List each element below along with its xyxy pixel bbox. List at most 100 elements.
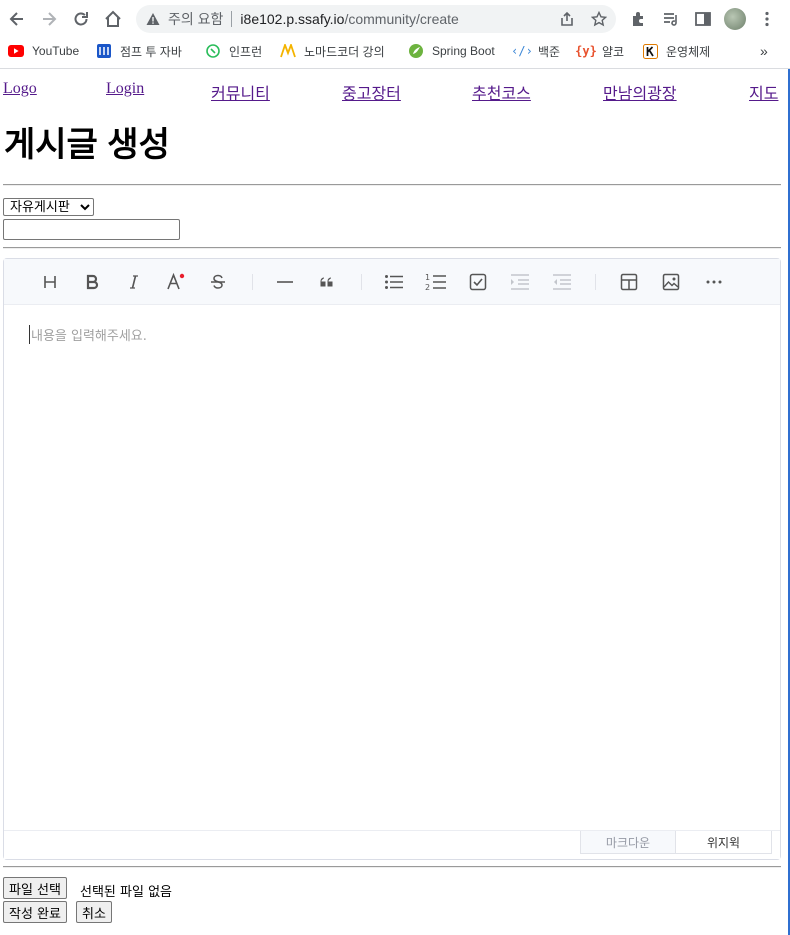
italic-button[interactable] bbox=[122, 270, 146, 294]
bookmark-label: 얄코 bbox=[602, 44, 625, 59]
back-button[interactable] bbox=[6, 8, 28, 30]
text-color-icon bbox=[167, 273, 185, 290]
nav-logo-link[interactable]: Logo bbox=[3, 80, 37, 98]
bookmark-label: 점프 투 자바 bbox=[120, 44, 182, 59]
outdent-icon bbox=[553, 274, 571, 290]
extensions-icon[interactable] bbox=[630, 10, 648, 28]
task-list-button[interactable] bbox=[466, 270, 490, 294]
forward-button[interactable] bbox=[38, 8, 60, 30]
tab-wysiwyg[interactable]: 위지윅 bbox=[676, 831, 772, 854]
nav-community-link[interactable]: 커뮤니티 bbox=[211, 80, 270, 104]
inflearn-icon bbox=[205, 43, 221, 59]
hr-button[interactable] bbox=[273, 270, 297, 294]
bookmark-label: YouTube bbox=[32, 44, 80, 58]
nav-map-link[interactable]: 지도 bbox=[749, 80, 778, 104]
nav-login-link[interactable]: Login bbox=[106, 80, 144, 98]
ordered-list-icon: 12 bbox=[425, 273, 446, 292]
divider bbox=[3, 247, 781, 249]
youtube-icon bbox=[8, 43, 24, 59]
editor-placeholder: 내용을 입력해주세요. bbox=[29, 325, 147, 344]
warning-icon[interactable] bbox=[146, 12, 160, 26]
svg-text:2: 2 bbox=[425, 283, 430, 292]
ordered-list-button[interactable]: 12 bbox=[424, 270, 448, 294]
bullet-list-button[interactable] bbox=[382, 270, 406, 294]
nomadcoders-icon bbox=[280, 43, 296, 59]
bookmarks-bar: YouTube 점프 투 자바 인프런 노마드코더 강의 Spring Boot… bbox=[0, 38, 790, 64]
menu-kebab-icon[interactable] bbox=[758, 10, 776, 28]
image-icon bbox=[662, 273, 680, 291]
code-icon: ‹/› bbox=[511, 44, 533, 58]
bookmark-youtube[interactable]: YouTube bbox=[8, 42, 79, 60]
svg-text:1: 1 bbox=[425, 273, 430, 282]
strike-icon bbox=[211, 274, 225, 289]
yalco-icon: {y} bbox=[575, 44, 597, 58]
page-content: Logo Login 커뮤니티 중고장터 추천코스 만남의광장 지도 게시글 생… bbox=[0, 69, 790, 935]
heading-button[interactable] bbox=[38, 270, 62, 294]
more-button[interactable] bbox=[702, 270, 726, 294]
divider bbox=[3, 866, 781, 868]
bookmark-yalco[interactable]: {y} 얄코 bbox=[575, 42, 625, 60]
bold-icon bbox=[86, 274, 99, 290]
post-title-input[interactable] bbox=[3, 219, 180, 240]
outdent-button[interactable] bbox=[550, 270, 574, 294]
editor-content-area[interactable]: 내용을 입력해주세요. bbox=[4, 305, 780, 831]
url-host[interactable]: i8e102.p.ssafy.io bbox=[240, 11, 344, 27]
bookmark-nomadcoders[interactable]: 노마드코더 강의 bbox=[280, 42, 385, 60]
strike-button[interactable] bbox=[206, 270, 230, 294]
profile-avatar[interactable] bbox=[724, 8, 746, 30]
board-select[interactable]: 자유게시판 bbox=[3, 198, 94, 216]
security-status[interactable]: 주의 요함 bbox=[168, 9, 223, 29]
spring-icon bbox=[408, 43, 424, 59]
bookmark-label: Spring Boot bbox=[432, 44, 495, 58]
toolbar-divider bbox=[252, 274, 253, 290]
heading-icon bbox=[44, 276, 56, 288]
image-button[interactable] bbox=[659, 270, 683, 294]
forward-arrow-icon bbox=[43, 12, 57, 26]
table-button[interactable] bbox=[617, 270, 641, 294]
nav-plaza-link[interactable]: 만남의광장 bbox=[603, 80, 677, 104]
bookmark-os[interactable]: 운영체제 bbox=[642, 42, 710, 60]
side-panel-icon[interactable] bbox=[694, 10, 712, 28]
text-color-button[interactable] bbox=[164, 270, 188, 294]
cancel-button[interactable]: 취소 bbox=[76, 901, 112, 923]
bookmark-baekjoon[interactable]: ‹/› 백준 bbox=[511, 42, 561, 60]
url-path[interactable]: /community/create bbox=[344, 11, 458, 27]
bookmark-label: 노마드코더 강의 bbox=[304, 44, 385, 59]
bookmark-star-icon[interactable] bbox=[591, 11, 607, 27]
share-icon[interactable] bbox=[559, 11, 575, 27]
home-button[interactable] bbox=[102, 8, 124, 30]
hr-icon bbox=[277, 281, 293, 283]
reading-list-icon[interactable] bbox=[662, 10, 680, 28]
omnibox-separator bbox=[231, 11, 233, 27]
submit-button[interactable]: 작성 완료 bbox=[3, 901, 67, 923]
bookmarks-overflow-button[interactable]: » bbox=[760, 42, 768, 60]
indent-button[interactable] bbox=[508, 270, 532, 294]
bullet-list-icon bbox=[385, 275, 403, 289]
nav-courses-link[interactable]: 추천코스 bbox=[472, 80, 531, 104]
bookmark-spring-boot[interactable]: Spring Boot bbox=[408, 42, 495, 60]
quote-button[interactable] bbox=[315, 270, 339, 294]
reload-button[interactable] bbox=[70, 8, 92, 30]
more-icon bbox=[706, 280, 722, 284]
browser-toolbar: 주의 요함 i8e102.p.ssafy.io/community/create bbox=[0, 0, 790, 38]
editor-toolbar: 12 bbox=[4, 259, 780, 305]
indent-icon bbox=[511, 274, 529, 290]
nav-market-link[interactable]: 중고장터 bbox=[342, 80, 401, 104]
bookmark-inflearn[interactable]: 인프런 bbox=[205, 42, 262, 60]
toolbar-divider bbox=[361, 274, 362, 290]
wikidocs-icon bbox=[96, 43, 112, 59]
bookmark-jump-to-java[interactable]: 점프 투 자바 bbox=[96, 42, 182, 60]
file-choose-button[interactable]: 파일 선택 bbox=[3, 877, 67, 899]
reload-icon bbox=[74, 12, 88, 26]
kocw-icon bbox=[642, 43, 658, 59]
quote-icon bbox=[320, 277, 333, 287]
address-bar[interactable]: 주의 요함 i8e102.p.ssafy.io/community/create bbox=[136, 5, 616, 33]
home-icon bbox=[105, 10, 121, 27]
file-status: 선택된 파일 없음 bbox=[80, 885, 172, 900]
bookmark-label: 백준 bbox=[538, 44, 561, 59]
tab-markdown[interactable]: 마크다운 bbox=[580, 831, 676, 854]
page-title: 게시글 생성 bbox=[4, 126, 170, 164]
bold-button[interactable] bbox=[80, 270, 104, 294]
italic-icon bbox=[130, 275, 138, 289]
task-list-icon bbox=[469, 273, 487, 291]
